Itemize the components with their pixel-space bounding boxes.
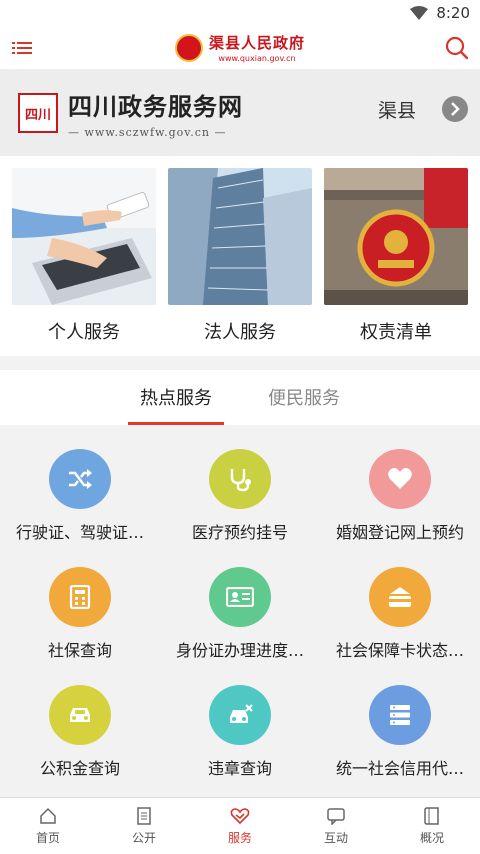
tab-convenience-services[interactable]: 便民服务 — [262, 370, 346, 425]
violation-car-icon — [209, 685, 271, 745]
service-item[interactable]: 公积金查询 — [0, 661, 160, 779]
home-icon — [40, 807, 56, 824]
card-legal-person-service[interactable]: 法人服务 — [168, 168, 312, 356]
service-label: 行驶证、驾驶证… — [15, 523, 144, 542]
tab-public[interactable]: 公开 — [96, 798, 192, 854]
chevron-right-icon[interactable] — [442, 96, 468, 122]
bank-card-icon — [369, 567, 431, 627]
service-label: 社会保障卡状态… — [335, 641, 464, 660]
portal-seal-icon: 四川 — [18, 93, 58, 133]
app-header: 渠县人民政府 www.quxian.gov.cn — [0, 26, 480, 70]
service-item[interactable]: 统一社会信用代… — [320, 661, 480, 779]
service-grid: 行驶证、驾驶证… 医疗预约挂号 婚姻登记网上预约 社保查询 身份证办理进度… 社… — [0, 425, 480, 797]
laptop-typing-image — [12, 168, 156, 305]
portal-title: 四川政务服务网 — [68, 93, 243, 121]
service-label: 违章查询 — [207, 759, 272, 778]
chat-icon — [327, 807, 345, 825]
card-label: 法人服务 — [204, 322, 276, 343]
site-logo: 渠县人民政府 www.quxian.gov.cn — [174, 32, 305, 63]
card-personal-service[interactable]: 个人服务 — [12, 168, 156, 356]
bottom-tab-bar: 首页 公开 服务 互动 概况 — [0, 797, 480, 854]
calculator-icon — [49, 567, 111, 627]
wifi-icon — [410, 6, 429, 20]
national-emblem-icon — [174, 33, 203, 62]
service-item[interactable]: 婚姻登记网上预约 — [320, 425, 480, 543]
service-label: 社保查询 — [47, 641, 112, 660]
service-item[interactable]: 行驶证、驾驶证… — [0, 425, 160, 543]
tab-hot-services[interactable]: 热点服务 — [128, 370, 224, 425]
service-tabs: 热点服务 便民服务 — [0, 370, 480, 425]
service-item[interactable]: 医疗预约挂号 — [160, 425, 320, 543]
tab-label: 服务 — [227, 830, 252, 845]
site-title: 渠县人民政府 — [208, 34, 305, 52]
card-power-responsibility-list[interactable]: 权责清单 — [324, 168, 468, 356]
tab-label: 概况 — [419, 830, 444, 845]
service-item[interactable]: 身份证办理进度… — [160, 543, 320, 661]
shuffle-icon — [49, 449, 111, 509]
server-icon — [369, 685, 431, 745]
tab-label: 公开 — [131, 830, 156, 845]
national-emblem-building-image — [324, 168, 468, 305]
status-bar: 8:20 — [0, 0, 480, 26]
status-time: 8:20 — [436, 4, 470, 22]
tab-label: 首页 — [35, 830, 60, 845]
skyscraper-image — [168, 168, 312, 305]
service-item[interactable]: 违章查询 — [160, 661, 320, 779]
service-icon — [230, 807, 250, 824]
site-url: www.quxian.gov.cn — [218, 54, 296, 63]
service-label: 统一社会信用代… — [335, 759, 464, 778]
service-label: 医疗预约挂号 — [191, 523, 288, 542]
portal-banner[interactable]: 四川 四川政务服务网 — www.sczwfw.gov.cn — 渠县 — [0, 70, 480, 156]
service-item[interactable]: 社会保障卡状态… — [320, 543, 480, 661]
search-icon[interactable] — [444, 35, 470, 61]
service-label: 公积金查询 — [39, 759, 120, 778]
service-item[interactable]: 社保查询 — [0, 543, 160, 661]
portal-url: — www.sczwfw.gov.cn — — [68, 126, 227, 139]
card-label: 个人服务 — [48, 322, 120, 343]
card-label: 权责清单 — [360, 322, 432, 343]
service-category-cards: 个人服务 法人服务 权责清单 — [0, 156, 480, 356]
tab-label: 互动 — [323, 830, 348, 845]
car-icon — [49, 685, 111, 745]
tab-interact[interactable]: 互动 — [288, 798, 384, 854]
service-label: 身份证办理进度… — [175, 641, 304, 660]
id-card-icon — [209, 567, 271, 627]
tab-overview[interactable]: 概况 — [384, 798, 480, 854]
heart-icon — [369, 449, 431, 509]
stethoscope-icon — [209, 449, 271, 509]
tab-service[interactable]: 服务 — [192, 798, 288, 854]
region-label[interactable]: 渠县 — [378, 96, 416, 123]
menu-icon[interactable] — [10, 36, 34, 60]
document-icon — [137, 806, 151, 825]
book-icon — [424, 806, 439, 825]
service-label: 婚姻登记网上预约 — [335, 523, 464, 542]
tab-home[interactable]: 首页 — [0, 798, 96, 854]
